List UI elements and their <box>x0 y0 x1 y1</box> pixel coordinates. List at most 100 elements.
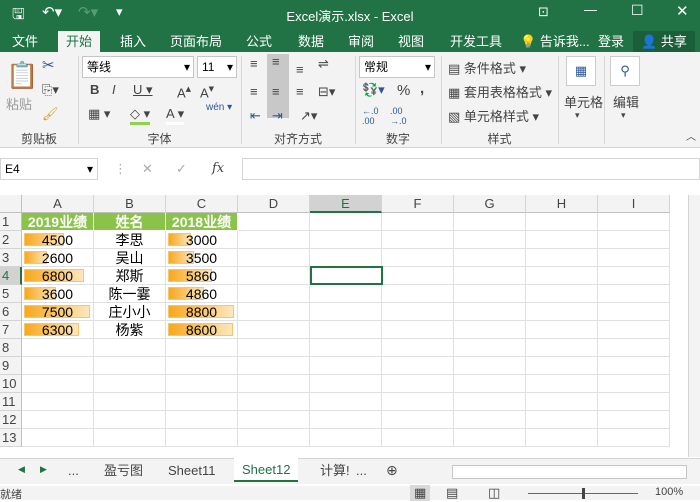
tab-8[interactable]: 开发工具 <box>442 31 510 52</box>
zoom-slider-thumb[interactable] <box>582 488 585 499</box>
select-all-button[interactable] <box>0 195 22 213</box>
cell[interactable] <box>454 411 526 429</box>
tab-1[interactable]: 开始 <box>58 31 101 52</box>
data-cell[interactable]: 6300 <box>22 321 94 339</box>
sheet-tab-0[interactable]: ... <box>60 459 87 483</box>
percent-icon[interactable]: % <box>397 82 410 99</box>
share-button[interactable]: 👤 共享 <box>633 31 695 52</box>
italic-icon[interactable]: I <box>112 82 116 97</box>
close-icon[interactable]: ✕ <box>676 2 689 20</box>
underline-icon[interactable]: U ▾ <box>133 82 153 98</box>
cell[interactable] <box>238 357 310 375</box>
tab-4[interactable]: 公式 <box>238 31 280 52</box>
cell[interactable] <box>526 357 598 375</box>
cell[interactable] <box>22 393 94 411</box>
cell[interactable] <box>526 231 598 249</box>
cell[interactable] <box>598 231 670 249</box>
cell[interactable] <box>598 429 670 447</box>
minimize-icon[interactable]: — <box>584 2 597 17</box>
row-header-8[interactable]: 8 <box>0 339 22 357</box>
cell[interactable] <box>238 393 310 411</box>
increase-indent-icon[interactable]: ⇥ <box>272 108 283 124</box>
cell[interactable] <box>526 411 598 429</box>
cell[interactable] <box>94 357 166 375</box>
enter-icon[interactable]: ✓ <box>176 161 187 177</box>
decrease-indent-icon[interactable]: ⇤ <box>250 108 261 124</box>
column-header-A[interactable]: A <box>22 195 94 213</box>
cell[interactable] <box>310 231 382 249</box>
data-cell[interactable]: 郑斯 <box>94 267 166 285</box>
tab-3[interactable]: 页面布局 <box>162 31 230 52</box>
cell[interactable] <box>382 411 454 429</box>
row-header-10[interactable]: 10 <box>0 375 22 393</box>
formula-input[interactable] <box>242 158 700 180</box>
cell[interactable] <box>526 339 598 357</box>
paste-label[interactable]: 粘贴 <box>6 94 32 113</box>
cell[interactable] <box>238 303 310 321</box>
row-header-2[interactable]: 2 <box>0 231 22 249</box>
cell[interactable] <box>310 375 382 393</box>
phonetic-icon[interactable]: wén ▾ <box>206 102 232 113</box>
data-cell[interactable]: 杨紫 <box>94 321 166 339</box>
cell[interactable] <box>382 231 454 249</box>
header-cell[interactable]: 2019业绩 <box>22 213 94 231</box>
tab-6[interactable]: 审阅 <box>340 31 382 52</box>
conditional-format-button[interactable]: ▤ 条件格式 ▾ <box>448 58 526 77</box>
name-box[interactable]: E4 ▾ <box>0 158 98 180</box>
cell[interactable] <box>310 213 382 231</box>
data-cell[interactable]: 庄小小 <box>94 303 166 321</box>
cell[interactable] <box>526 393 598 411</box>
cell[interactable] <box>598 267 670 285</box>
cell[interactable] <box>22 375 94 393</box>
number-format-select[interactable]: 常规 ▾ <box>359 56 435 78</box>
cell[interactable] <box>598 285 670 303</box>
cell[interactable] <box>526 303 598 321</box>
row-header-1[interactable]: 1 <box>0 213 22 231</box>
align-top-icon[interactable]: ≡ <box>250 56 258 71</box>
cells-button[interactable]: 单元格 <box>564 92 603 111</box>
cells-icon[interactable]: ▦ <box>566 56 596 86</box>
cell[interactable] <box>454 429 526 447</box>
cut-icon[interactable]: ✂ <box>42 56 55 74</box>
page-break-icon[interactable]: ◫ <box>488 485 500 501</box>
cell[interactable] <box>310 411 382 429</box>
row-header-3[interactable]: 3 <box>0 249 22 267</box>
cell[interactable] <box>454 357 526 375</box>
login-button[interactable]: 登录 <box>590 31 632 52</box>
header-cell[interactable]: 姓名 <box>94 213 166 231</box>
column-header-D[interactable]: D <box>238 195 310 213</box>
sheet-tab-2[interactable]: Sheet11 <box>160 459 223 483</box>
next-sheet-icon[interactable]: ▶ <box>40 464 47 475</box>
data-cell[interactable]: 2600 <box>22 249 94 267</box>
cell[interactable] <box>454 375 526 393</box>
merge-center-icon[interactable]: ⊟▾ <box>318 84 335 100</box>
data-cell[interactable]: 吴山 <box>94 249 166 267</box>
row-header-6[interactable]: 6 <box>0 303 22 321</box>
insert-function-icon[interactable]: fx <box>212 161 224 176</box>
cell[interactable] <box>22 357 94 375</box>
cell[interactable] <box>526 321 598 339</box>
header-cell[interactable]: 2018业绩 <box>166 213 238 231</box>
cell[interactable] <box>166 357 238 375</box>
data-cell[interactable]: 6800 <box>22 267 94 285</box>
paste-icon[interactable]: 📋 <box>6 60 38 91</box>
cell[interactable] <box>166 429 238 447</box>
row-header-9[interactable]: 9 <box>0 357 22 375</box>
cell[interactable] <box>166 393 238 411</box>
data-cell[interactable]: 8600 <box>166 321 238 339</box>
cell[interactable] <box>238 285 310 303</box>
column-header-H[interactable]: H <box>526 195 598 213</box>
cell[interactable] <box>526 213 598 231</box>
cell[interactable] <box>166 375 238 393</box>
font-name-select[interactable]: 等线 ▾ <box>82 56 194 78</box>
cell[interactable] <box>238 375 310 393</box>
increase-decimal-icon[interactable]: ←.0.00 <box>362 106 379 126</box>
cell[interactable] <box>310 429 382 447</box>
cell[interactable] <box>382 285 454 303</box>
cell[interactable] <box>382 393 454 411</box>
cell[interactable] <box>598 321 670 339</box>
sheet-tab-3[interactable]: Sheet12 <box>234 458 299 482</box>
row-header-5[interactable]: 5 <box>0 285 22 303</box>
cell[interactable] <box>310 285 382 303</box>
cell[interactable] <box>598 375 670 393</box>
